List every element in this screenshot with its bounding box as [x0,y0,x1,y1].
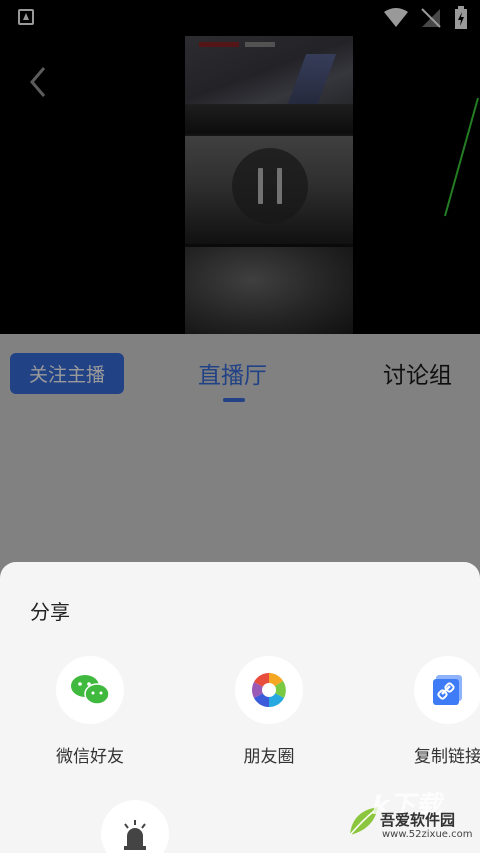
alarm-icon-circle[interactable] [101,800,169,853]
no-signal-icon [421,8,441,28]
moments-icon-circle[interactable] [235,656,303,724]
pause-button[interactable] [232,148,308,224]
share-label: 复制链接 [414,747,480,767]
annotation-arrow [444,97,479,217]
share-sheet: 分享 微信好友 朋友圈 复制链接 k下载 吾爱软件园 www.52zixue.c… [0,562,480,853]
share-wechat-friend[interactable]: 微信好友 [30,656,150,767]
video-segment-bottom [185,244,353,334]
watermark-brand: 吾爱软件园 [380,811,456,829]
moments-icon [252,673,286,707]
wechat-icon [71,675,110,705]
share-title: 分享 [30,600,70,624]
share-label: 朋友圈 [243,747,295,767]
watermark-url: www.52zixue.com [382,829,473,840]
pause-icon [258,168,263,204]
alarm-icon [124,820,146,850]
video-overlay-label [199,42,239,47]
chevron-left-icon[interactable] [24,64,54,100]
video-segment-top [185,36,353,134]
share-label: 微信好友 [56,747,124,767]
tab-discussion-group[interactable]: 讨论组 [383,356,452,390]
share-copy-link[interactable]: 复制链接 [388,656,480,767]
link-icon [433,675,462,705]
app-notification-icon [18,9,34,25]
link-icon-circle[interactable] [414,656,480,724]
share-report[interactable] [75,800,195,853]
share-moments[interactable]: 朋友圈 [209,656,329,767]
wifi-icon [384,8,408,27]
status-icons [384,6,468,30]
video-ground [185,104,353,134]
battery-charging-icon [455,6,467,29]
follow-streamer-button[interactable]: 关注主播 [10,353,124,394]
video-overlay-label [245,42,275,47]
tab-live-hall[interactable]: 直播厅 [198,356,267,390]
watermark: k下载 吾爱软件园 www.52zixue.com [342,785,474,845]
wechat-icon-circle[interactable] [56,656,124,724]
tab-indicator [223,398,245,402]
status-bar [0,0,480,34]
video-player[interactable] [0,34,480,334]
